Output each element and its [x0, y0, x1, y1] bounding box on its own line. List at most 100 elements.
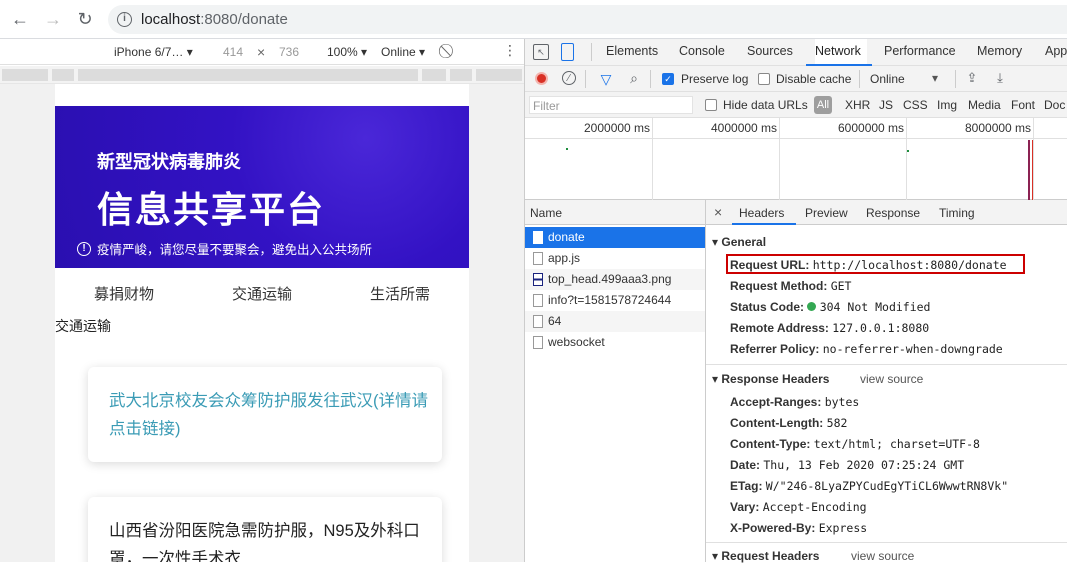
request-name: info?t=1581578724644 — [548, 293, 672, 307]
header-key: Request URL: — [730, 258, 810, 272]
file-icon — [533, 252, 543, 265]
nav-tab-daily-needs[interactable]: 生活所需 — [370, 283, 430, 304]
tab-console[interactable]: Console — [679, 44, 725, 58]
name-column-header[interactable]: Name — [530, 206, 562, 220]
tab-application[interactable]: App — [1045, 44, 1067, 58]
filter-icon[interactable]: ▽ — [598, 71, 614, 87]
header-key: Content-Length: — [730, 416, 824, 430]
filter-type-doc[interactable]: Doc — [1044, 98, 1065, 112]
detail-tab-response[interactable]: Response — [866, 206, 920, 220]
device-height-input[interactable]: 736 — [279, 45, 299, 59]
status-dot-icon — [807, 302, 817, 311]
info-card[interactable]: 山西省汾阳医院急需防护服，N95及外科口罩，一次性手术衣 — [88, 497, 442, 562]
nav-tab-donate[interactable]: 募捐财物 — [94, 283, 154, 304]
header-value: Accept-Encoding — [762, 500, 867, 514]
filter-type-css[interactable]: CSS — [903, 98, 928, 112]
request-headers-section-header[interactable]: ▾ Request Headers — [712, 549, 819, 563]
filter-type-img[interactable]: Img — [937, 98, 957, 112]
chevron-down-icon[interactable]: ▾ — [932, 71, 938, 85]
request-row[interactable]: donate — [525, 227, 705, 248]
hide-data-urls-checkbox[interactable] — [705, 99, 717, 111]
response-headers-section-header[interactable]: ▾ Response Headers — [712, 372, 829, 386]
record-icon[interactable] — [535, 72, 548, 85]
url-host: localhost — [141, 11, 201, 28]
hero-title: 信息共享平台 — [97, 189, 326, 230]
request-row[interactable]: info?t=1581578724644 — [525, 290, 705, 311]
card-text: 山西省汾阳医院急需防护服，N95及外科口罩，一次性手术衣 — [109, 522, 420, 562]
info-card[interactable]: 武大北京校友会众筹防护服发往武汉(详情请点击链接) — [88, 367, 442, 462]
request-name: 64 — [548, 314, 562, 328]
request-details: × Headers Preview Response Timing ▾ Gene… — [706, 200, 1067, 563]
request-row[interactable]: top_head.499aaa3.png — [525, 269, 705, 290]
header-value: 304 Not Modified — [819, 300, 931, 314]
header-value: http://localhost:8080/donate — [812, 258, 1007, 272]
header-key: Referrer Policy: — [730, 342, 820, 356]
hero-subtitle: 新型冠状病毒肺炎 — [97, 152, 241, 172]
detail-tab-preview[interactable]: Preview — [805, 206, 848, 220]
header-key: Remote Address: — [730, 321, 829, 335]
header-key: ETag: — [730, 479, 763, 493]
general-title: General — [721, 235, 767, 249]
tab-performance[interactable]: Performance — [884, 44, 956, 58]
tab-memory[interactable]: Memory — [977, 44, 1022, 58]
forward-arrow-icon[interactable]: → — [42, 8, 64, 30]
detail-tab-timing[interactable]: Timing — [939, 206, 975, 220]
header-key: Vary: — [730, 500, 760, 514]
tab-sources[interactable]: Sources — [747, 44, 793, 58]
view-source-link[interactable]: view source — [860, 372, 923, 386]
file-icon — [533, 294, 543, 307]
tab-network[interactable]: Network — [815, 39, 867, 65]
disable-cache-checkbox[interactable] — [758, 73, 770, 85]
nav-tab-transport[interactable]: 交通运输 — [232, 283, 292, 304]
zoom-select[interactable]: 100% ▾ — [327, 45, 367, 59]
info-icon[interactable]: i — [117, 12, 132, 27]
filter-type-all[interactable]: All — [814, 96, 832, 114]
header-key: Date: — [730, 458, 761, 472]
export-har-icon[interactable]: ⤓ — [993, 70, 1007, 86]
detail-tab-headers[interactable]: Headers — [739, 206, 784, 220]
header-value: Thu, 13 Feb 2020 07:25:24 GMT — [763, 458, 965, 472]
import-har-icon[interactable]: ⇪ — [965, 70, 979, 86]
search-icon[interactable]: ⌕ — [626, 70, 642, 86]
network-select[interactable]: Online ▾ — [381, 45, 425, 59]
filter-type-xhr[interactable]: XHR — [845, 98, 870, 112]
device-toggle-icon[interactable] — [561, 43, 574, 61]
request-row[interactable]: app.js — [525, 248, 705, 269]
header-value: bytes — [824, 395, 860, 409]
tab-elements[interactable]: Elements — [606, 44, 658, 58]
throttle-select[interactable]: Online — [870, 72, 905, 86]
filter-type-media[interactable]: Media — [968, 98, 1001, 112]
inspect-element-icon[interactable]: ↖ — [533, 44, 549, 60]
header-row: X-Powered-By: Express — [730, 521, 867, 535]
header-key: X-Powered-By: — [730, 521, 816, 535]
view-source-link[interactable]: view source — [851, 549, 914, 563]
reload-icon[interactable]: ↻ — [74, 8, 96, 30]
card-link-text[interactable]: 武大北京校友会众筹防护服发往武汉(详情请点击链接) — [109, 387, 429, 443]
network-overview[interactable]: 2000000 ms 4000000 ms 6000000 ms 8000000… — [525, 118, 1067, 200]
filter-type-font[interactable]: Font — [1011, 98, 1035, 112]
request-row[interactable]: 64 — [525, 311, 705, 332]
request-row[interactable]: websocket — [525, 332, 705, 353]
preserve-log-checkbox[interactable]: ✓ — [662, 73, 674, 85]
filter-placeholder: Filter — [533, 99, 560, 113]
request-name: donate — [548, 230, 585, 244]
header-value: no-referrer-when-downgrade — [822, 342, 1003, 356]
hero-banner: 新型冠状病毒肺炎 信息共享平台 ! 疫情严峻，请您尽量不要聚会，避免出入公共场所 — [55, 106, 469, 268]
disable-cache-label: Disable cache — [776, 72, 852, 86]
more-menu-icon[interactable]: ⋮ — [503, 42, 517, 59]
general-section-header[interactable]: ▾ General — [712, 235, 766, 249]
hero-notice: ! 疫情严峻，请您尽量不要聚会，避免出入公共场所 — [77, 239, 372, 258]
request-list: Name donate app.js top_head.499aaa3.png … — [525, 200, 706, 562]
image-file-icon — [533, 273, 543, 286]
device-select[interactable]: iPhone 6/7… ▾ — [114, 45, 193, 59]
address-bar: ← → ↻ i localhost:8080/donate — [0, 0, 1067, 39]
request-name: websocket — [548, 335, 605, 349]
clear-icon[interactable]: ⁄ — [562, 71, 576, 85]
filter-type-js[interactable]: JS — [879, 98, 893, 112]
device-viewport: 新型冠状病毒肺炎 信息共享平台 ! 疫情严峻，请您尽量不要聚会，避免出入公共场所… — [55, 84, 469, 562]
device-width-input[interactable]: 414 — [223, 45, 243, 59]
zoom-value: 100% — [327, 45, 358, 59]
back-arrow-icon[interactable]: ← — [9, 8, 31, 30]
section-label: 交通运输 — [55, 318, 111, 334]
close-icon[interactable]: × — [714, 204, 722, 220]
